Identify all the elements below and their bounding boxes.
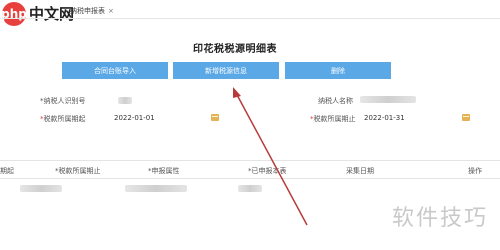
watermark-text: 软件技巧 [391, 206, 488, 231]
